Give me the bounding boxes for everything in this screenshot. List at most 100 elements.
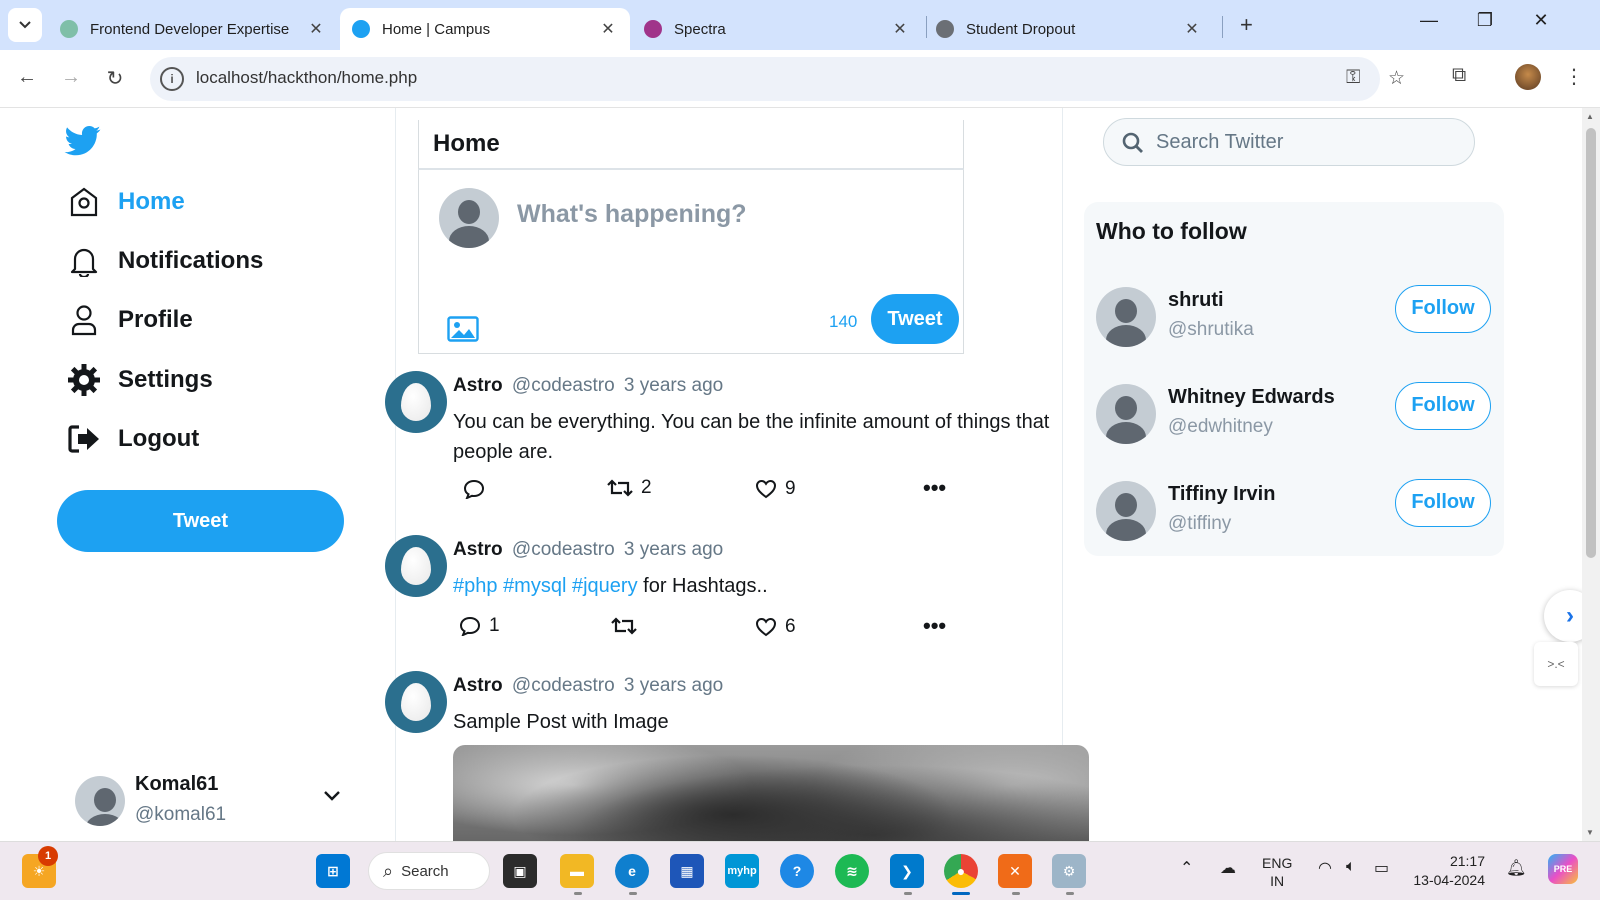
suggestion-name[interactable]: shruti: [1168, 289, 1224, 312]
avatar[interactable]: [1096, 481, 1156, 541]
close-icon[interactable]: ✕: [306, 19, 326, 39]
vscode-icon[interactable]: ❯: [890, 854, 924, 888]
running-indicator: [904, 892, 912, 895]
chevron-down-icon[interactable]: [323, 786, 341, 807]
close-window-button[interactable]: ✕: [1526, 10, 1556, 31]
tweet-post: Astro @codeastro 3 years ago #php #mysql…: [385, 535, 1065, 665]
suggestion-name[interactable]: Whitney Edwards: [1168, 386, 1335, 409]
like-action[interactable]: 9: [755, 478, 796, 500]
scroll-up-icon[interactable]: ▲: [1586, 112, 1594, 121]
more-options-icon[interactable]: •••: [923, 475, 946, 501]
author-name[interactable]: Astro: [453, 375, 503, 396]
copilot-icon[interactable]: PRE: [1548, 854, 1578, 884]
retweet-action[interactable]: [611, 615, 637, 637]
author-handle[interactable]: @codeastro: [512, 675, 615, 696]
copilot-sidebar-toggle-icon[interactable]: ›: [1544, 590, 1582, 642]
forward-button[interactable]: →: [56, 66, 86, 89]
system-clock[interactable]: 21:17 13-04-2024: [1413, 852, 1485, 890]
tweet-button[interactable]: Tweet: [871, 294, 959, 344]
page-scrollbar[interactable]: ▲ ▼: [1582, 108, 1600, 841]
file-explorer-icon[interactable]: ▬: [560, 854, 594, 888]
author-handle[interactable]: @codeastro: [512, 539, 615, 560]
suggestion-name[interactable]: Tiffiny Irvin: [1168, 483, 1275, 506]
chevron-up-icon[interactable]: ⌃: [1180, 858, 1193, 878]
image-upload-icon[interactable]: [447, 316, 479, 347]
reload-button[interactable]: ↻: [100, 66, 130, 91]
browser-tab[interactable]: Spectra ✕: [632, 8, 922, 50]
close-icon[interactable]: ✕: [598, 19, 618, 39]
more-options-icon[interactable]: •••: [923, 613, 946, 639]
address-bar[interactable]: i localhost/hackthon/home.php ⚿ ☆: [150, 57, 1405, 101]
volume-icon[interactable]: 🔈︎: [1346, 858, 1356, 876]
nav-item-profile[interactable]: Profile: [66, 300, 193, 340]
site-info-icon[interactable]: i: [160, 67, 184, 91]
user-icon: [66, 304, 102, 336]
password-key-icon[interactable]: ⚿: [1346, 67, 1360, 89]
language-indicator[interactable]: ENG IN: [1262, 854, 1292, 890]
scrollbar-thumb[interactable]: [1586, 128, 1596, 558]
search-input[interactable]: [1156, 129, 1456, 155]
avatar[interactable]: [1096, 287, 1156, 347]
close-icon[interactable]: ✕: [890, 19, 910, 39]
url-text[interactable]: localhost/hackthon/home.php: [196, 68, 417, 88]
settings-gear-icon[interactable]: ⚙: [1052, 854, 1086, 888]
author-name[interactable]: Astro: [453, 539, 503, 560]
hashtag-link[interactable]: #jquery: [572, 575, 638, 597]
scroll-down-icon[interactable]: ▼: [1586, 828, 1594, 837]
microsoft-store-icon[interactable]: ▦: [670, 854, 704, 888]
egg-avatar[interactable]: [385, 671, 447, 733]
sidebar-tweet-button[interactable]: Tweet: [57, 490, 344, 552]
spotify-icon[interactable]: ≋: [835, 854, 869, 888]
like-action[interactable]: 6: [755, 616, 796, 638]
notification-bell-icon[interactable]: 🔔︎: [1506, 858, 1526, 878]
follow-button[interactable]: Follow: [1395, 285, 1491, 333]
retweet-action[interactable]: 2: [607, 477, 652, 499]
back-button[interactable]: ←: [12, 66, 42, 89]
egg-avatar[interactable]: [385, 371, 447, 433]
browser-tab-active[interactable]: Home | Campus ✕: [340, 8, 630, 50]
new-tab-button[interactable]: +: [1240, 12, 1253, 38]
xampp-icon[interactable]: ✕: [998, 854, 1032, 888]
tweet-image[interactable]: [453, 745, 1089, 841]
chrome-icon[interactable]: ●: [944, 854, 978, 888]
extensions-icon[interactable]: ⧉: [1452, 64, 1466, 87]
egg-avatar[interactable]: [385, 535, 447, 597]
follow-button[interactable]: Follow: [1395, 479, 1491, 527]
battery-icon[interactable]: ▭: [1374, 858, 1389, 878]
windows-start-icon[interactable]: ⊞: [316, 854, 350, 888]
onedrive-cloud-icon[interactable]: ☁: [1220, 858, 1236, 878]
minimize-button[interactable]: —: [1414, 10, 1444, 31]
follow-button[interactable]: Follow: [1395, 382, 1491, 430]
hashtag-link[interactable]: #mysql: [503, 575, 566, 597]
devtools-collapse-icon[interactable]: >.<: [1534, 642, 1578, 686]
avatar[interactable]: [1096, 384, 1156, 444]
myhp-icon[interactable]: myhp: [725, 854, 759, 888]
tab-search-button[interactable]: [8, 8, 42, 42]
wifi-icon[interactable]: ◠: [1318, 858, 1332, 878]
hashtag-link[interactable]: #php: [453, 575, 498, 597]
account-switcher[interactable]: Komal61 @komal61: [75, 768, 355, 838]
taskbar-search[interactable]: ⌕ Search: [368, 852, 490, 890]
kebab-menu-icon[interactable]: ⋮: [1564, 64, 1584, 89]
twitter-logo-icon[interactable]: [64, 126, 102, 161]
reply-action[interactable]: [463, 479, 485, 499]
reply-action[interactable]: 1: [459, 615, 500, 637]
nav-item-notifications[interactable]: Notifications: [66, 241, 263, 281]
browser-tab[interactable]: Student Dropout ✕: [924, 8, 1214, 50]
page-title: Home: [433, 130, 500, 157]
nav-item-logout[interactable]: Logout: [66, 419, 199, 459]
nav-item-settings[interactable]: Settings: [66, 360, 213, 400]
close-icon[interactable]: ✕: [1182, 19, 1202, 39]
task-view-icon[interactable]: ▣: [503, 854, 537, 888]
browser-tab[interactable]: Frontend Developer Expertise ✕: [48, 8, 338, 50]
profile-avatar[interactable]: [1515, 64, 1541, 90]
bookmark-star-icon[interactable]: ☆: [1388, 67, 1405, 90]
nav-item-home[interactable]: Home: [66, 182, 185, 222]
help-icon[interactable]: ?: [780, 854, 814, 888]
restore-button[interactable]: ❐: [1470, 10, 1500, 31]
composer-input[interactable]: What's happening?: [517, 200, 747, 229]
edge-browser-icon[interactable]: e: [615, 854, 649, 888]
author-name[interactable]: Astro: [453, 675, 503, 696]
tweet-text: #php #mysql #jquery for Hashtags..: [453, 571, 1053, 601]
author-handle[interactable]: @codeastro: [512, 375, 615, 396]
